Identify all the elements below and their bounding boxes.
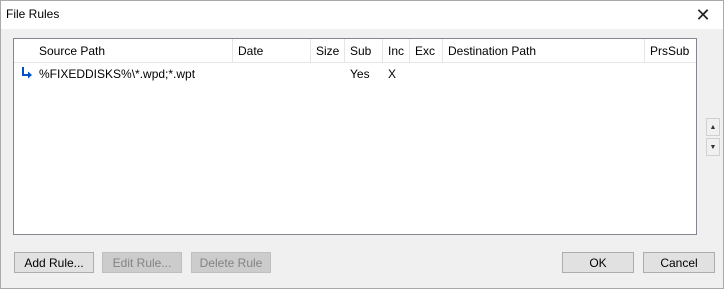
ok-button[interactable]: OK <box>562 252 634 273</box>
cancel-button[interactable]: Cancel <box>643 252 715 273</box>
title-bar: File Rules ✕ <box>1 1 723 29</box>
table-row[interactable]: %FIXEDDISKS%\*.wpd;*.wpt Yes X <box>14 63 696 85</box>
column-header-source-path[interactable]: Source Path <box>34 39 233 63</box>
delete-rule-button[interactable]: Delete Rule <box>191 252 271 273</box>
list-header: Source Path Date Size Sub Inc Exc Destin… <box>14 39 696 63</box>
close-icon[interactable]: ✕ <box>693 5 713 25</box>
column-header-size[interactable]: Size <box>311 39 345 63</box>
rules-list[interactable]: Source Path Date Size Sub Inc Exc Destin… <box>13 38 697 235</box>
column-header-exc[interactable]: Exc <box>410 39 443 63</box>
column-header-destination-path[interactable]: Destination Path <box>443 39 645 63</box>
column-header-date[interactable]: Date <box>233 39 311 63</box>
cell-destination-path <box>443 63 645 85</box>
column-header-prssub[interactable]: PrsSub <box>645 39 696 63</box>
add-rule-button[interactable]: Add Rule... <box>14 252 94 273</box>
cell-inc: X <box>388 67 397 81</box>
file-rules-dialog: File Rules ✕ Source Path Date Size Sub I… <box>0 0 724 289</box>
cell-sub: Yes <box>350 67 370 81</box>
column-header-sub[interactable]: Sub <box>345 39 383 63</box>
cell-prssub <box>645 63 696 85</box>
cell-date <box>233 63 311 85</box>
cell-exc <box>410 63 443 85</box>
cell-size <box>311 63 345 85</box>
return-arrow-icon <box>22 67 32 79</box>
dialog-title: File Rules <box>6 7 60 21</box>
move-up-button[interactable]: ▲ <box>706 118 720 136</box>
move-down-button[interactable]: ▼ <box>706 138 720 156</box>
cell-source-path: %FIXEDDISKS%\*.wpd;*.wpt <box>39 67 196 81</box>
column-header-inc[interactable]: Inc <box>383 39 410 63</box>
edit-rule-button[interactable]: Edit Rule... <box>102 252 182 273</box>
